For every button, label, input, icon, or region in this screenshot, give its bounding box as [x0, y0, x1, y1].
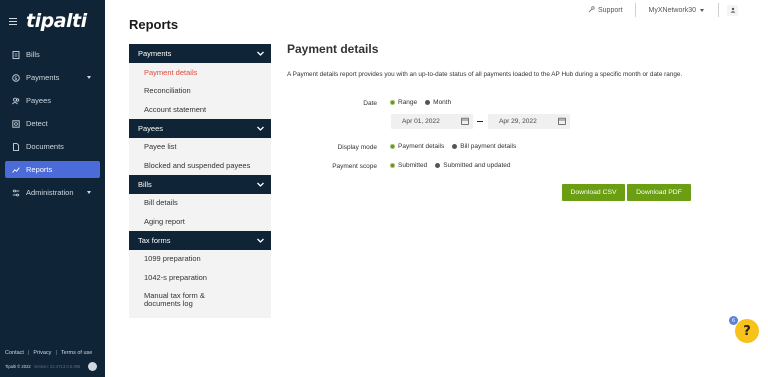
payees-icon [11, 96, 20, 105]
documents-icon [11, 142, 20, 151]
radio-dot [452, 144, 458, 149]
display-mode-label: Display mode [337, 144, 377, 151]
menu-item-payment-details[interactable]: Payment details [129, 63, 271, 82]
display-payment-details-radio[interactable]: Payment details [390, 143, 444, 150]
group-label: Payees [138, 123, 164, 133]
scope-submitted-updated-radio[interactable]: Submitted and updated [435, 162, 511, 169]
sidebar-item-documents[interactable]: Documents [5, 138, 100, 155]
chevron-down-icon [87, 76, 91, 79]
sidebar-item-label: Bills [26, 50, 40, 59]
help-icon: ? [743, 323, 751, 339]
radio-dot [435, 163, 441, 168]
sidebar-item-label: Payees [26, 96, 52, 105]
download-csv-button[interactable]: Download CSV [562, 184, 625, 201]
display-mode-radios: Payment details Bill payment details [390, 143, 524, 150]
group-label: Payments [138, 49, 172, 58]
menu-item-reconciliation[interactable]: Reconciliation [129, 82, 271, 101]
terms-link[interactable]: Terms of use [61, 350, 92, 356]
menu-item-bill-details[interactable]: Bill details [129, 194, 271, 213]
contact-link[interactable]: Contact [5, 350, 24, 356]
menu-item-payee-list[interactable]: Payee list [129, 138, 271, 157]
calendar-icon[interactable] [558, 117, 566, 125]
chevron-down-icon [87, 191, 91, 194]
payment-scope-label: Payment scope [332, 163, 377, 170]
range-dash [477, 121, 483, 122]
main-sidebar: tipalti Bills $ Payments Payees Detect D… [0, 0, 105, 377]
chevron-down-icon [257, 126, 264, 131]
group-header-tax-forms[interactable]: Tax forms [129, 230, 271, 250]
sidebar-item-reports[interactable]: Reports [5, 161, 100, 178]
svg-text:$: $ [14, 75, 17, 81]
date-from-input[interactable]: Apr 01, 2022 [391, 114, 473, 129]
notification-badge: 6 [729, 316, 738, 325]
sidebar-item-administration[interactable]: Administration [5, 184, 100, 201]
sidebar-item-detect[interactable]: Detect [5, 115, 100, 132]
help-button[interactable]: ? [735, 319, 759, 343]
sidebar-item-label: Reports [26, 165, 53, 174]
app-root: tipalti Bills $ Payments Payees Detect D… [0, 0, 768, 377]
chevron-down-icon [257, 51, 264, 56]
copyright-text: Tipalti © 2022 [5, 364, 31, 369]
sidebar-item-label: Administration [26, 188, 74, 197]
menu-item-1042s-preparation[interactable]: 1042-s preparation [129, 268, 271, 287]
status-icon [88, 362, 97, 371]
report-menu: Payments Payment details Reconciliation … [129, 44, 271, 318]
chevron-down-icon [257, 182, 264, 187]
sidebar-item-label: Payments [26, 73, 60, 82]
menu-item-account-statement[interactable]: Account statement [129, 100, 271, 119]
footer-links: Contact | Privacy | Terms of use [5, 350, 101, 356]
date-month-radio[interactable]: Month [425, 99, 451, 106]
tipalti-logo: tipalti [26, 10, 87, 32]
group-label: Bills [138, 179, 152, 189]
group-header-bills[interactable]: Bills [129, 174, 271, 194]
download-pdf-button[interactable]: Download PDF [627, 184, 691, 201]
page-title: Reports [129, 17, 179, 32]
date-range-radio[interactable]: Range [390, 99, 417, 106]
menu-icon[interactable] [9, 17, 17, 25]
payment-details-panel: Payment details A Payment details report… [287, 0, 737, 377]
radio-dot [390, 144, 395, 149]
sidebar-footer: Contact | Privacy | Terms of use Tipalti… [5, 350, 101, 371]
bills-icon [11, 50, 20, 59]
copyright-row: Tipalti © 2022 Version: 22.4713.0.6.995 [5, 362, 101, 371]
section-title: Payment details [287, 42, 379, 56]
scope-submitted-radio[interactable]: Submitted [390, 162, 427, 169]
sidebar-item-label: Documents [26, 142, 64, 151]
payment-scope-radios: Submitted Submitted and updated [390, 162, 519, 169]
administration-icon [11, 188, 20, 197]
privacy-link[interactable]: Privacy [33, 350, 51, 356]
payments-icon: $ [11, 73, 20, 82]
sidebar-item-payments[interactable]: $ Payments [5, 69, 100, 86]
date-to-input[interactable]: Apr 29, 2022 [488, 114, 570, 129]
calendar-icon[interactable] [461, 117, 469, 125]
radio-dot [390, 100, 395, 105]
menu-item-manual-tax-form-log[interactable]: Manual tax form & documents log [129, 287, 271, 313]
logo-row: tipalti [0, 0, 105, 42]
footer-separator: | [27, 350, 30, 356]
menu-item-1099-preparation[interactable]: 1099 preparation [129, 250, 271, 269]
radio-dot [425, 100, 431, 105]
footer-separator: | [55, 350, 57, 356]
group-label: Tax forms [138, 235, 171, 245]
sidebar-item-bills[interactable]: Bills [5, 46, 100, 63]
sidebar-item-payees[interactable]: Payees [5, 92, 100, 109]
version-text: Version: 22.4713.0.6.995 [33, 364, 81, 369]
menu-item-blocked-suspended-payees[interactable]: Blocked and suspended payees [129, 156, 271, 175]
date-mode-radios: Range Month [390, 99, 459, 106]
detect-icon [11, 119, 20, 128]
radio-dot [390, 163, 395, 168]
chevron-down-icon [257, 238, 264, 243]
date-label: Date [363, 100, 377, 107]
menu-item-aging-report[interactable]: Aging report [129, 212, 271, 231]
sidebar-item-label: Detect [26, 119, 48, 128]
sidebar-nav: Bills $ Payments Payees Detect Documents [0, 42, 105, 201]
reports-icon [11, 165, 20, 174]
section-description: A Payment details report provides you wi… [287, 71, 683, 78]
group-header-payees[interactable]: Payees [129, 118, 271, 138]
group-header-payments[interactable]: Payments [129, 44, 271, 63]
display-bill-payment-details-radio[interactable]: Bill payment details [452, 143, 516, 150]
